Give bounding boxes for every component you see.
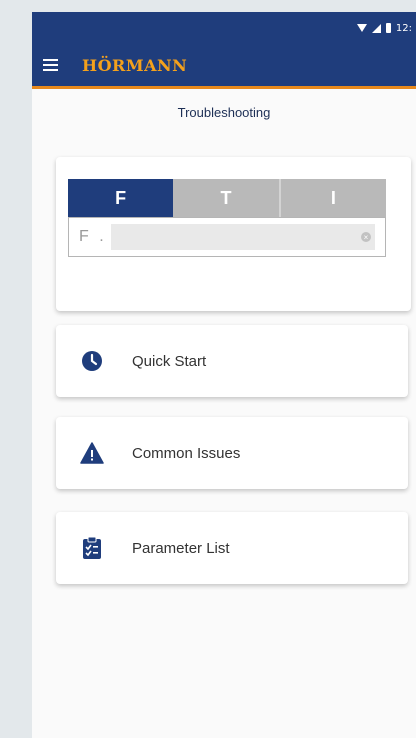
status-time: 12: xyxy=(395,22,412,34)
clear-icon[interactable]: × xyxy=(361,232,371,242)
wifi-icon xyxy=(356,24,367,32)
parameter-list-label: Parameter List xyxy=(132,539,230,557)
quick-start-label: Quick Start xyxy=(132,352,207,370)
tab-i[interactable]: I xyxy=(281,179,386,217)
status-bar: 12: xyxy=(32,12,416,44)
battery-icon xyxy=(385,23,391,33)
clock-icon xyxy=(80,349,104,373)
brand-logo: HÖRMANN xyxy=(82,55,188,75)
clipboard-list-icon xyxy=(80,536,104,560)
page-title: Troubleshooting xyxy=(177,105,271,120)
warning-icon xyxy=(80,441,104,465)
common-issues-button[interactable]: Common Issues xyxy=(56,417,408,489)
code-input[interactable] xyxy=(110,224,375,250)
tab-f[interactable]: F xyxy=(68,179,174,217)
code-type-tabs: F T I xyxy=(68,179,386,217)
app-bar: HÖRMANN xyxy=(32,44,416,89)
parameter-list-button[interactable]: Parameter List xyxy=(56,512,408,584)
common-issues-label: Common Issues xyxy=(132,444,241,462)
code-input-box: F . × xyxy=(68,217,386,257)
code-prefix: F . xyxy=(79,228,107,245)
quick-start-button[interactable]: Quick Start xyxy=(56,325,408,397)
hamburger-menu-icon[interactable] xyxy=(43,56,58,74)
code-search-card: F T I F . × xyxy=(56,157,411,311)
signal-icon xyxy=(371,23,381,33)
app-screen: 12: HÖRMANN Troubleshooting F T I F . × … xyxy=(32,12,416,738)
tab-t[interactable]: T xyxy=(173,179,281,217)
